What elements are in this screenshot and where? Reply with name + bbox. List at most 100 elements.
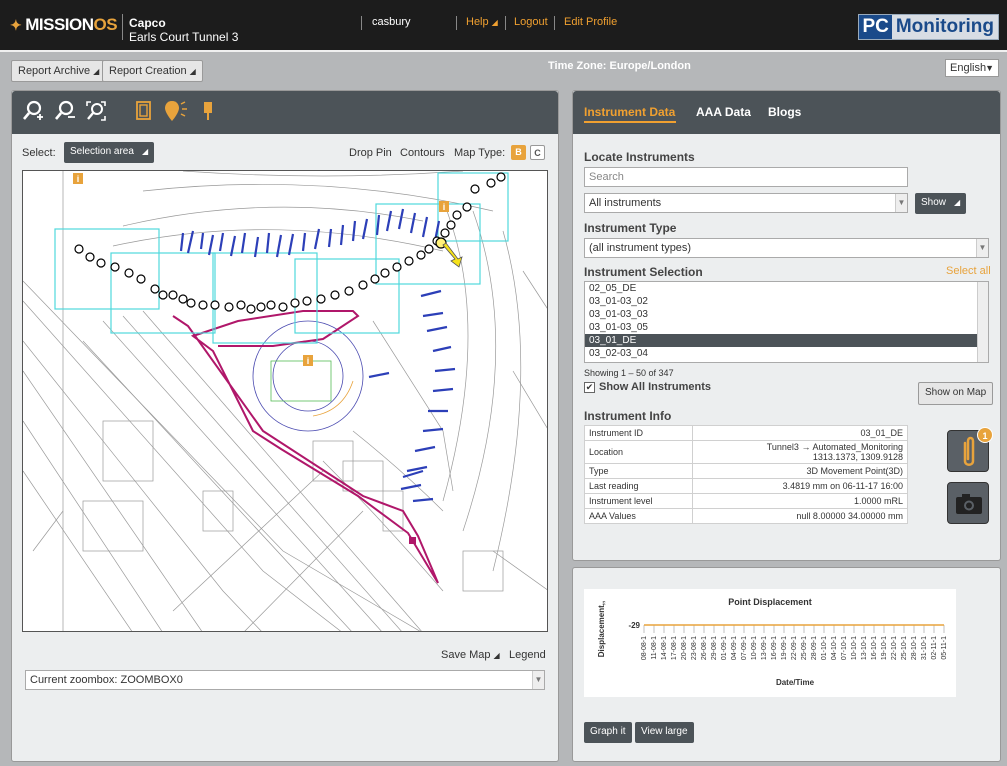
caret-icon: ◢: [954, 198, 961, 207]
selection-area-button[interactable]: Selection area ◢: [64, 142, 155, 163]
info-label: Type: [584, 463, 693, 479]
zoom-extent-icon[interactable]: [85, 100, 107, 127]
x-tick-label: 17-08-1: [671, 636, 678, 660]
location-line-1: Tunnel3 → Automated_Monitoring: [766, 442, 903, 452]
x-tick-label: 02-11-1: [931, 636, 938, 660]
list-item[interactable]: 02_05_DE: [585, 282, 988, 295]
y-tick-label: -29: [628, 621, 640, 630]
location-line-2: 1313.1373, 1309.9128: [812, 452, 903, 462]
chart-y-label: Displacement,,: [597, 601, 606, 657]
show-all-checkbox[interactable]: ✔: [584, 382, 595, 393]
project-name: Earls Court Tunnel 3: [129, 30, 239, 44]
caret-icon: ◢: [493, 651, 500, 660]
x-tick-label: 22-10-1: [891, 636, 898, 660]
info-label: AAA Values: [584, 508, 693, 524]
search-input[interactable]: Search: [584, 167, 908, 187]
select-label: Select:: [22, 147, 56, 159]
locate-instruments-title: Locate Instruments: [584, 150, 695, 164]
report-archive-button[interactable]: Report Archive ◢: [11, 60, 107, 82]
instrument-filter-value: All instruments: [589, 197, 662, 209]
x-tick-label: 25-10-1: [901, 636, 908, 660]
list-item-selected[interactable]: 03_01_DE: [585, 334, 988, 347]
language-select[interactable]: English ▼: [945, 59, 999, 77]
active-tab-indicator: [584, 121, 676, 123]
zoom-out-icon[interactable]: [54, 100, 76, 127]
show-all-label: Show All Instruments: [599, 381, 712, 393]
x-tick-label: 04-10-1: [831, 636, 838, 660]
show-label: Show: [921, 197, 947, 208]
info-label: Instrument level: [584, 493, 693, 509]
attachment-count-badge: 1: [977, 427, 993, 443]
marker-pin-icon[interactable]: [201, 100, 215, 127]
zoombox-select[interactable]: Current zoombox: ZOOMBOX0 ▼: [25, 670, 545, 690]
instrument-type-select[interactable]: (all instrument types) ▼: [584, 238, 989, 258]
missionos-logo[interactable]: ✦ MISSION OS: [10, 15, 118, 35]
x-tick-label: 01-10-1: [821, 636, 828, 660]
select-all-link[interactable]: Select all: [946, 265, 991, 277]
x-tick-label: 19-09-1: [781, 636, 788, 660]
layers-icon[interactable]: [134, 100, 154, 127]
instrument-info-title: Instrument Info: [584, 409, 672, 423]
instrument-info-table: Instrument ID 03_01_DE Location Tunnel3 → …: [584, 425, 909, 524]
photos-button[interactable]: [947, 482, 989, 524]
legend-link[interactable]: Legend: [509, 649, 546, 661]
list-scrollbar[interactable]: [977, 282, 988, 362]
tab-aaa-data[interactable]: AAA Data: [696, 105, 751, 119]
table-row: Location Tunnel3 → Automated_Monitoring 13…: [584, 440, 909, 464]
map-type-b-button[interactable]: B: [511, 145, 526, 160]
zoombox-value: Current zoombox: ZOOMBOX0: [30, 674, 183, 686]
logout-link[interactable]: Logout: [514, 16, 548, 28]
search-placeholder: Search: [589, 171, 624, 183]
drop-pin-link[interactable]: Drop Pin: [349, 147, 392, 159]
map-type-label: Map Type:: [454, 147, 506, 159]
list-item[interactable]: 03_01-03_02: [585, 295, 988, 308]
info-value: 1.0000 mRL: [691, 493, 909, 509]
list-item[interactable]: 03_01-03_03: [585, 308, 988, 321]
client-info: Capco Earls Court Tunnel 3: [129, 16, 238, 44]
x-tick-label: 07-09-1: [741, 636, 748, 660]
language-value: English: [950, 62, 987, 74]
list-item[interactable]: 03_02-03_04: [585, 347, 988, 360]
instrument-list[interactable]: 02_05_DE 03_01-03_02 03_01-03_03 03_01-0…: [584, 281, 989, 363]
svg-text:i: i: [307, 356, 310, 366]
chart-x-label: Date/Time: [776, 678, 815, 687]
table-row: Instrument level 1.0000 mRL: [584, 493, 909, 509]
timezone-label: Time Zone: Europe/London: [548, 60, 691, 72]
list-item[interactable]: 03_01-03_05: [585, 321, 988, 334]
caret-icon: ◢: [141, 147, 149, 156]
caret-icon: ◢: [93, 67, 100, 76]
x-tick-label: 11-08-1: [651, 636, 658, 660]
info-value: Tunnel3 → Automated_Monitoring 1313.1373,…: [691, 440, 909, 464]
x-tick-label: 31-10-1: [921, 636, 928, 660]
instrument-filter-select[interactable]: All instruments ▼: [584, 193, 908, 213]
zoom-in-icon[interactable]: [22, 100, 44, 127]
x-tick-label: 08-08-1: [641, 636, 648, 660]
show-button[interactable]: Show ◢: [915, 193, 967, 214]
logo-text: MISSION: [25, 15, 94, 34]
help-label: Help: [466, 16, 489, 28]
report-creation-button[interactable]: Report Creation ◢: [102, 60, 203, 82]
x-tick-label: 19-10-1: [881, 636, 888, 660]
table-row: AAA Values null 8.00000 34.00000 mm: [584, 508, 909, 524]
map-type-c-button[interactable]: C: [530, 145, 545, 160]
site-plan-drawing: i i i: [23, 171, 547, 631]
graph-it-button[interactable]: Graph it: [584, 722, 632, 743]
tab-blogs[interactable]: Blogs: [768, 105, 801, 119]
divider: [122, 14, 123, 40]
client-name: Capco: [129, 16, 166, 30]
contours-link[interactable]: Contours: [400, 147, 445, 159]
info-label: Instrument ID: [584, 425, 693, 441]
help-link[interactable]: Help ◢: [466, 16, 498, 28]
dropdown-arrow-icon: ▼: [976, 239, 988, 257]
x-tick-label: 25-09-1: [801, 636, 808, 660]
report-creation-label: Report Creation: [109, 65, 187, 77]
displacement-chart[interactable]: Point Displacement Displacement,, Date/T…: [584, 589, 956, 697]
site-map[interactable]: i i i: [22, 170, 548, 632]
show-on-map-button[interactable]: Show on Map: [918, 382, 994, 405]
edit-profile-link[interactable]: Edit Profile: [564, 16, 617, 28]
tab-instrument-data[interactable]: Instrument Data: [584, 105, 675, 119]
location-pin-icon[interactable]: [164, 100, 188, 127]
x-tick-label: 28-09-1: [811, 636, 818, 660]
save-map-button[interactable]: Save Map ◢: [441, 649, 500, 661]
view-large-button[interactable]: View large: [635, 722, 694, 743]
